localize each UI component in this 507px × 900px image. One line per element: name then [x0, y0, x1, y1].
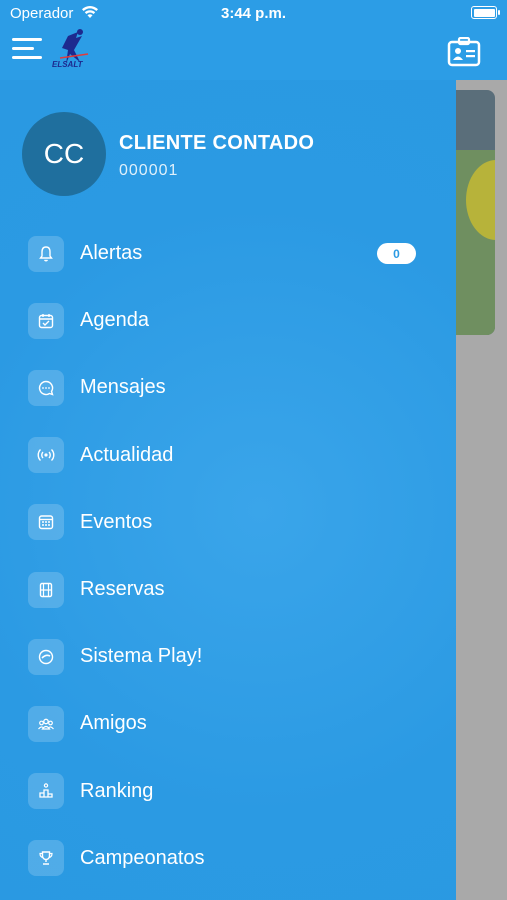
clock: 3:44 p.m.	[220, 5, 287, 22]
menu-item-agenda[interactable]: Agenda	[0, 287, 456, 354]
menu-label: Ranking	[80, 779, 154, 802]
menu-item-mensajes[interactable]: Mensajes	[0, 354, 456, 421]
court-icon	[28, 571, 64, 608]
logo-text: ELSALT	[52, 60, 83, 69]
avatar[interactable]: CC	[22, 112, 106, 196]
user-code: 000001	[119, 162, 179, 179]
background-banner	[456, 90, 495, 335]
battery-icon	[471, 6, 500, 19]
menu-item-alertas[interactable]: Alertas 0	[0, 220, 456, 287]
menu-label: Agenda	[80, 309, 149, 332]
alert-count-badge: 0	[377, 243, 416, 264]
menu-label: Alertas	[80, 242, 143, 265]
trophy-icon	[28, 840, 64, 877]
hamburger-icon[interactable]	[12, 38, 42, 62]
user-name: CLIENTE CONTADO	[119, 132, 315, 154]
podium-icon	[28, 773, 64, 810]
menu-label: Amigos	[80, 712, 147, 735]
menu-item-actualidad[interactable]: Actualidad	[0, 422, 456, 489]
navigation-drawer: CC CLIENTE CONTADO 000001 Alertas 0 Agen…	[0, 80, 456, 900]
menu-label: Mensajes	[80, 376, 166, 399]
background-content	[456, 80, 507, 900]
broadcast-icon	[28, 437, 64, 474]
menu-item-amigos[interactable]: Amigos	[0, 690, 456, 757]
calendar-grid-icon	[28, 504, 64, 541]
drawer-menu: Alertas 0 Agenda Mensajes Actualidad Eve…	[0, 220, 456, 892]
menu-label: Sistema Play!	[80, 645, 203, 668]
bell-icon	[28, 235, 64, 272]
status-bar: Operador 3:44 p.m.	[0, 0, 507, 28]
contact-card-icon[interactable]	[447, 37, 481, 67]
friends-icon	[28, 705, 64, 742]
play-badge-icon	[28, 638, 64, 675]
menu-item-ranking[interactable]: Ranking	[0, 758, 456, 825]
menu-label: Actualidad	[80, 443, 174, 466]
menu-item-campeonatos[interactable]: Campeonatos	[0, 825, 456, 892]
menu-label: Reservas	[80, 578, 165, 601]
menu-item-eventos[interactable]: Eventos	[0, 489, 456, 556]
battery-fill	[473, 8, 495, 17]
chat-bubble-icon	[28, 369, 64, 406]
calendar-check-icon	[28, 302, 64, 339]
top-bar: Operador 3:44 p.m. ELSALT	[0, 0, 507, 80]
menu-label: Eventos	[80, 510, 153, 533]
menu-item-reservas[interactable]: Reservas	[0, 556, 456, 623]
menu-label: Campeonatos	[80, 846, 205, 869]
menu-item-sistema-play[interactable]: Sistema Play!	[0, 623, 456, 690]
